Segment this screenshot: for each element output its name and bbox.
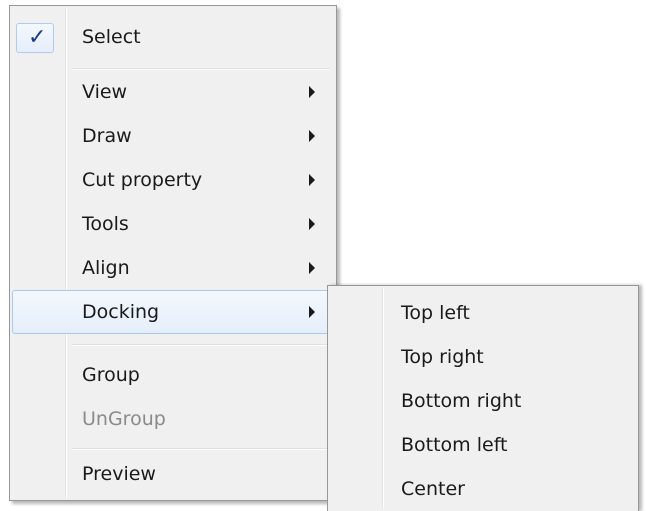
chevron-right-icon xyxy=(309,130,315,142)
submenu-item-bottom-left[interactable]: Bottom left xyxy=(330,423,636,467)
menu-item-preview[interactable]: Preview xyxy=(12,452,334,496)
menu-item-label: View xyxy=(82,81,128,103)
menu-item-label: Draw xyxy=(82,125,132,147)
chevron-right-icon xyxy=(309,174,315,186)
menu-item-align[interactable]: Align xyxy=(12,246,334,290)
menu-item-group[interactable]: Group xyxy=(12,353,334,397)
submenu-item-label: Center xyxy=(401,478,465,500)
menu-item-docking[interactable]: Docking xyxy=(12,290,334,334)
menu-item-draw[interactable]: Draw xyxy=(12,114,334,158)
submenu-item-label: Top left xyxy=(401,302,470,324)
menu-item-label: Cut property xyxy=(82,169,203,191)
menu-item-ungroup: UnGroup xyxy=(12,397,334,441)
menu-item-view[interactable]: View xyxy=(12,70,334,114)
menu-item-label: Select xyxy=(82,26,141,48)
menu-item-label: Docking xyxy=(82,301,160,323)
menu-item-select[interactable]: ✓ Select xyxy=(12,15,334,59)
menu-item-tools[interactable]: Tools xyxy=(12,202,334,246)
submenu-item-label: Bottom left xyxy=(401,434,508,456)
menu-item-cut-property[interactable]: Cut property xyxy=(12,158,334,202)
chevron-right-icon xyxy=(309,218,315,230)
chevron-right-icon xyxy=(309,86,315,98)
context-menu: ✓ Select View Draw Cut property Tools Al… xyxy=(9,5,337,501)
chevron-right-icon xyxy=(309,306,315,318)
menu-separator xyxy=(72,344,330,346)
check-indicator: ✓ xyxy=(16,23,54,53)
menu-item-label: Tools xyxy=(82,213,129,235)
submenu-item-top-right[interactable]: Top right xyxy=(330,335,636,379)
chevron-right-icon xyxy=(309,262,315,274)
submenu-item-top-left[interactable]: Top left xyxy=(330,291,636,335)
submenu-item-bottom-right[interactable]: Bottom right xyxy=(330,379,636,423)
docking-submenu: Top left Top right Bottom right Bottom l… xyxy=(327,285,639,511)
menu-item-label: Align xyxy=(82,257,130,279)
submenu-item-label: Bottom right xyxy=(401,390,522,412)
menu-item-label: UnGroup xyxy=(82,408,166,430)
submenu-item-center[interactable]: Center xyxy=(330,467,636,511)
menu-separator xyxy=(72,448,330,450)
menu-item-label: Preview xyxy=(82,463,156,485)
submenu-item-label: Top right xyxy=(401,346,484,368)
check-icon: ✓ xyxy=(28,25,47,50)
menu-item-label: Group xyxy=(82,364,140,386)
